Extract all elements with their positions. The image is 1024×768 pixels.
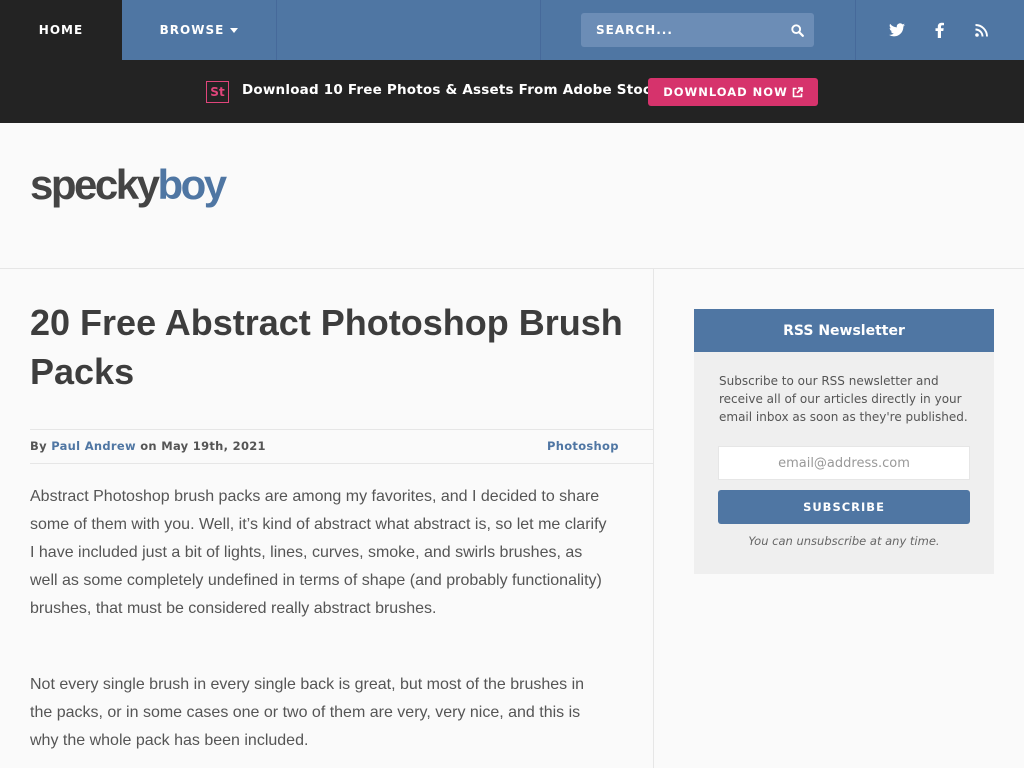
unsubscribe-note: You can unsubscribe at any time. [748,534,940,548]
meta-date: on May 19th, 2021 [140,439,266,453]
article-meta: By Paul Andrew on May 19th, 2021 [30,439,266,453]
widget-description: Subscribe to our RSS newsletter and rece… [719,374,968,424]
external-link-icon [792,86,803,97]
article-paragraph: Abstract Photoshop brush packs are among… [30,488,607,617]
nav-home[interactable]: HOME [0,0,122,60]
article-title: 20 Free Abstract Photoshop Brush Packs [30,302,623,392]
meta-by: By [30,439,47,453]
nav-divider [276,0,277,60]
email-placeholder: email@address.com [778,455,910,471]
chevron-down-icon [230,28,239,33]
adobe-stock-icon: St [206,81,229,103]
search-icon[interactable] [780,13,814,47]
nav-divider [855,0,856,60]
category-link[interactable]: Photoshop [547,439,619,453]
logo-part-specky: specky [30,161,160,208]
divider [30,429,653,430]
search-input[interactable]: SEARCH... [581,13,814,47]
download-now-button[interactable]: DOWNLOAD NOW [648,78,818,106]
article-paragraph: Not every single brush in every single b… [30,676,585,749]
download-now-label: DOWNLOAD NOW [663,85,788,99]
widget-title: RSS Newsletter [694,309,994,352]
promo-text: Download 10 Free Photos & Assets From Ad… [242,82,661,98]
email-field[interactable]: email@address.com [718,446,970,480]
nav-divider [540,0,541,60]
search-placeholder: SEARCH... [596,23,673,37]
divider [30,463,653,464]
adobe-stock-logo-text: St [210,85,225,99]
subscribe-label: SUBSCRIBE [803,500,885,514]
facebook-icon[interactable] [924,15,954,45]
column-divider [653,269,654,768]
author-link[interactable]: Paul Andrew [51,439,136,453]
divider [0,268,1024,269]
subscribe-button[interactable]: SUBSCRIBE [718,490,970,524]
site-logo[interactable]: speckyboy [30,161,227,208]
nav-browse-label: BROWSE [159,23,225,37]
logo-part-boy: boy [157,161,227,208]
rss-icon[interactable] [966,15,996,45]
nav-browse[interactable]: BROWSE [122,0,276,60]
nav-home-label: HOME [38,23,84,37]
twitter-icon[interactable] [882,15,912,45]
